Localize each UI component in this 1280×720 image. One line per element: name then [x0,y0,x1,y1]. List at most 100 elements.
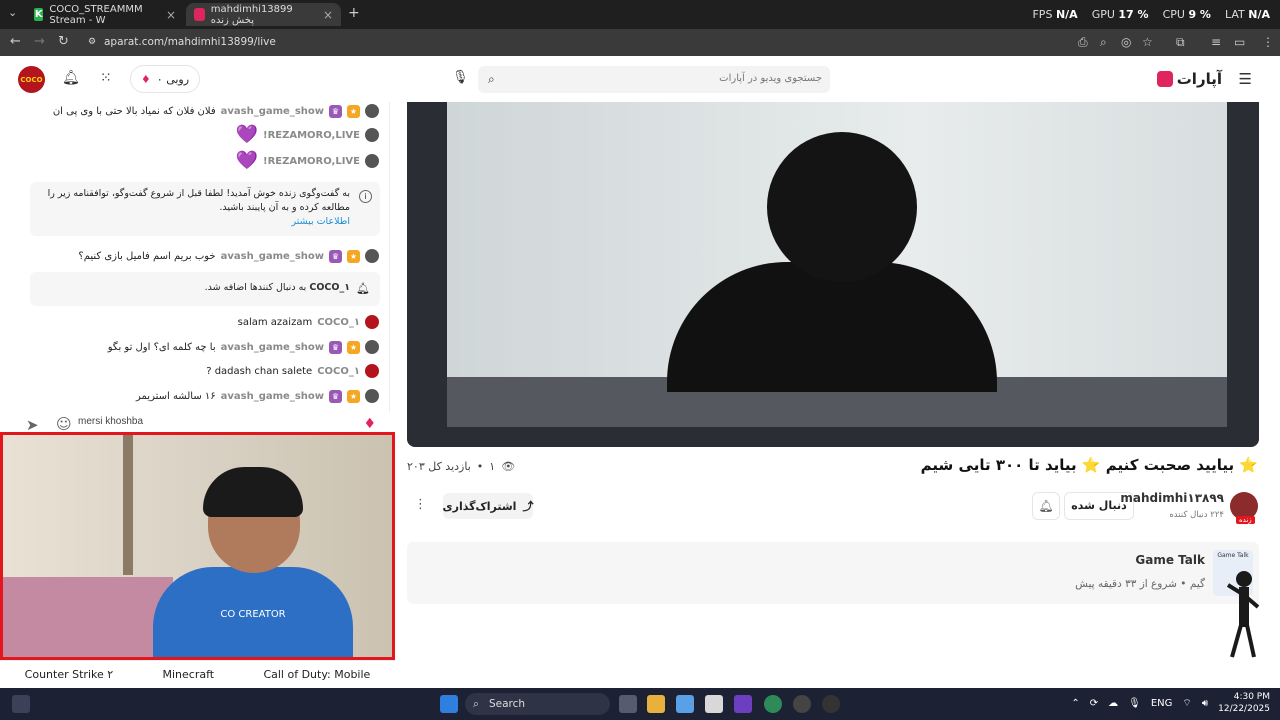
chat-message: ★ ♛ avash_game_show فلان فلان که نمیاد ب… [53,104,379,118]
site-info-icon[interactable]: ⚙ [88,32,96,53]
tray-sync-icon[interactable]: ⟳ [1090,698,1098,709]
webcam-bed [3,577,173,657]
cast-icon[interactable]: ⎙ [1078,35,1088,50]
tag-minecraft[interactable]: Minecraft [163,668,215,681]
widgets-icon[interactable] [12,695,30,713]
back-icon[interactable]: ← [10,34,21,49]
chrome-icon[interactable] [764,695,782,713]
copilot-icon[interactable] [676,695,694,713]
webcam-door [123,435,133,575]
webcam-person: CO CREATOR [153,467,353,657]
tab-aparat-live[interactable]: mahdimhi13899 پخش زنده × [186,3,341,26]
channel-name[interactable]: mahdimhi۱۳۸۹۹ [1120,491,1224,505]
taskbar-search[interactable]: ⌕ Search [465,693,610,715]
user-avatar [365,364,379,378]
search-input[interactable]: ⌕ جستجوی ویدیو در آپارات [478,66,830,93]
file-explorer-icon[interactable] [647,695,665,713]
eye-icon: 👁︎ [501,460,516,473]
more-options-icon[interactable]: ⋮ [414,497,427,512]
chat-message: REZAMORO,LIVE! 💜 [236,126,379,144]
performance-overlay: FPS N/A GPU 17 % CPU 9 % LAT N/A [1032,8,1270,21]
reload-icon[interactable]: ↻ [58,34,69,49]
channel-follower-count: ۲۲۴ دنبال کننده [1169,510,1224,520]
user-avatar [365,154,379,168]
url-field[interactable]: ⚙ aparat.com/mahdimhi13899/live [82,32,1072,53]
live-chat-panel[interactable]: ★ ♛ avash_game_show فلان فلان که نمیاد ب… [18,102,390,412]
live-badge: زنده [1236,516,1255,524]
obs-icon[interactable] [822,695,840,713]
chat-message: ★ ♛ avash_game_show با چه کلمه ای؟ اول ت… [108,340,379,354]
badge-icon: ★ [347,389,360,403]
voice-search-icon[interactable]: 🎙︎ [452,70,469,85]
rider-app-icon[interactable] [734,695,752,713]
emoji-icon[interactable]: ☺ [56,415,72,433]
hamburger-menu-icon[interactable]: ☰ [1239,70,1252,88]
store-icon[interactable] [705,695,723,713]
tray-expand-icon[interactable]: ⌃ [1071,698,1079,709]
user-avatar [365,249,379,263]
notifications-bell-icon[interactable]: 🔔︎ [62,70,80,86]
chat-welcome-notice: i به گفت‌وگوی زنده خوش آمدید! لطفا قبل ا… [30,182,380,236]
ruby-drop-icon[interactable]: ♦ [363,416,376,432]
tab-coco-stream[interactable]: K COCO_STREAMMM Stream - W × [26,3,184,26]
info-icon: i [359,190,372,203]
browser-tab-bar: ⌄ K COCO_STREAMMM Stream - W × mahdimhi1… [0,0,1280,29]
user-avatar [365,104,379,118]
zoom-icon[interactable]: ⌕ [1100,35,1107,50]
reading-list-icon[interactable]: ≡ [1211,35,1221,49]
bell-icon: 🔔︎ [356,282,370,295]
tray-cloud-icon[interactable]: ☁ [1108,698,1118,709]
tab-title: mahdimhi13899 پخش زنده [210,3,293,26]
search-icon[interactable]: ⌕ [488,72,495,87]
game-category-card[interactable]: Game Talk گیم • شروع از ۳۳ دقیقه پیش Gam… [407,542,1259,604]
forward-icon[interactable]: → [34,34,45,49]
more-info-link[interactable]: اطلاعات بیشتر [38,215,351,229]
user-avatar [365,389,379,403]
aparat-logo[interactable]: آپارات [1156,70,1222,88]
site-header: COCO 🔔︎ ⁙ ♦ ۰ روبی 🎙︎ ⌕ جستجوی ویدیو در … [0,56,1280,102]
tab-search-icon[interactable]: ⌄ [8,6,17,19]
badge-icon: ♛ [329,340,342,354]
tag-call-of-duty[interactable]: Call of Duty: Mobile [263,668,370,681]
windows-start-icon[interactable] [440,695,458,713]
close-tab-icon[interactable]: × [166,8,176,22]
tag-counter-strike[interactable]: Counter Strike ۲ [25,668,113,681]
chat-message: ★ ♛ avash_game_show ۱۶ سالشه استریمر [136,389,379,403]
new-tab-icon[interactable]: + [348,5,360,21]
eye-off-icon[interactable]: ◎ [1121,35,1131,49]
notify-bell-button[interactable]: 🔔︎ [1032,492,1060,520]
ruby-balance-button[interactable]: ♦ ۰ روبی [130,65,200,93]
windows-taskbar: ⌕ Search ⌃ ⟳ ☁ 🎙︎ ENG ⌔ 🔊︎ 4:30 PM 12/22… [0,688,1280,720]
apps-grid-icon[interactable]: ⁙ [100,70,112,86]
live-video-player[interactable] [407,102,1259,447]
menu-dots-icon[interactable]: ⋮ [1262,35,1274,49]
share-button[interactable]: ⤴ اشتراک‌گذاری [443,493,533,519]
webcam-overlay: CO CREATOR [0,432,395,660]
badge-icon: ★ [347,340,360,354]
chat-message-input[interactable] [78,416,278,427]
media-player-icon[interactable] [793,695,811,713]
search-icon: ⌕ [473,698,479,710]
stickman-desktop-pet [1226,571,1260,658]
game-meta: گیم • شروع از ۳۳ دقیقه پیش [1075,578,1205,590]
aparat-favicon-icon [194,8,205,21]
close-tab-icon[interactable]: × [323,8,333,22]
user-avatar [365,315,379,329]
bell-icon: 🔔︎ [1038,499,1054,513]
wifi-icon[interactable]: ⌔ [1182,697,1191,710]
badge-icon: ★ [347,249,360,263]
game-title[interactable]: Game Talk [1135,553,1205,567]
tray-mic-icon[interactable]: 🎙︎ [1128,698,1141,709]
taskbar-clock[interactable]: 4:30 PM 12/22/2025 [1218,691,1270,715]
volume-icon[interactable]: 🔊︎ [1202,698,1208,709]
follow-notification: 🔔︎ COCO_۱ به دنبال کنندها اضافه شد. [30,272,380,306]
user-avatar [365,340,379,354]
task-view-icon[interactable] [619,695,637,713]
language-indicator[interactable]: ENG [1151,698,1173,709]
address-bar-row: ← → ↻ ⚙ aparat.com/mahdimhi13899/live ⎙ … [0,29,1280,56]
user-avatar[interactable]: COCO [18,66,45,93]
extensions-icon[interactable]: ⧉ [1176,35,1185,50]
bookmark-star-icon[interactable]: ☆ [1142,35,1153,49]
tab-title: COCO_STREAMMM Stream - W [49,3,143,26]
profile-icon[interactable]: ▭ [1234,35,1245,49]
